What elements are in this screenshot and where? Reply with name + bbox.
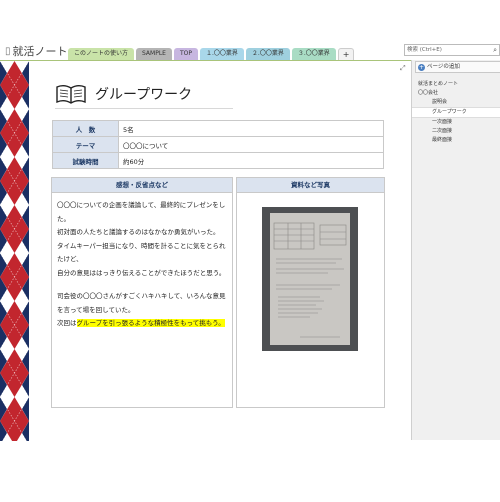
info-key: 人 数 [52,120,119,137]
section-tab[interactable]: １.〇〇業界 [199,48,244,60]
page-list-item[interactable]: 説明会 [412,98,500,107]
add-page-icon: + [418,63,425,71]
document-sheet [270,213,350,345]
impression-line: 自分の意見ははっきり伝えることができたほうだと思う。 [57,268,226,277]
impressions-header: 感想・反省点など [52,178,232,193]
page-list-item[interactable]: 最終面接 [412,136,500,145]
open-book-icon [56,85,86,104]
section-tab[interactable]: TOP [173,48,198,60]
highlighted-goal: グループを引っ張るような積極性をもって挑もう。 [76,319,225,327]
notebook-switcher[interactable]: ▯ 就活ノート ▾ [5,43,74,59]
section-tab[interactable]: ３.〇〇業界 [291,48,336,60]
expand-icon[interactable]: ⤢ [400,64,406,73]
notebook-title: 就活ノート [12,45,68,58]
page-divider [0,60,412,61]
page-list-item[interactable]: 〇〇会社 [412,89,500,98]
add-section-button[interactable]: + [337,48,355,60]
impressions-body[interactable]: 〇〇〇についての企画を議論して、最終的にプレゼンをした。 初対面の人たちと議論す… [52,193,232,337]
notebook-icon: ▯ [5,45,11,57]
photos-panel: 資料など写真 [236,177,385,408]
info-value[interactable]: 約60分 [118,152,384,169]
search-input[interactable]: 検索 (Ctrl+E) ⌕ [404,44,500,56]
impression-line: 司会役の〇〇〇さんがすごくハキハキして、いろんな意見を言って場を回していた。 [57,292,226,314]
impression-line: タイムキーパー担当になり、時間を計ることに気をとられたけど、 [57,241,226,264]
page-list-item[interactable]: グループワーク [412,107,500,118]
argyle-decoration [0,61,29,502]
page-list: 就活まとめノート 〇〇会社 説明会 グループワーク 一次面接 二次面接 最終面接 [412,80,500,145]
argyle-fade [0,441,29,502]
title-bar: ▯ 就活ノート ▾ このノートの使い方SAMPLETOP１.〇〇業界２.〇〇業界… [0,0,500,60]
table-row: 試験時間 約60分 [52,152,384,169]
section-tab[interactable]: ２.〇〇業界 [245,48,290,60]
search-placeholder: 検索 (Ctrl+E) [407,47,442,53]
info-table: 人 数 5名 テーマ 〇〇〇について 試験時間 約60分 [52,120,384,169]
page-list-item[interactable]: 一次面接 [412,118,500,127]
table-row: 人 数 5名 [52,120,384,137]
add-page-label: ページの追加 [427,64,460,70]
section-tabs: このノートの使い方 SAMPLE TOP １.〇〇業界 ２.〇〇業界 ３.〇〇業界 + [68,48,355,60]
impressions-panel: 感想・反省点など 〇〇〇についての企画を議論して、最終的にプレゼンをした。 初対… [51,177,233,408]
table-row: テーマ 〇〇〇について [52,136,384,153]
add-page-button[interactable]: + ページの追加 [415,61,500,73]
next-time-prefix: 次回は [57,319,77,327]
info-value[interactable]: 5名 [118,120,384,137]
photos-header: 資料など写真 [237,178,384,193]
info-key: テーマ [52,136,119,153]
page-list-item[interactable]: 二次面接 [412,127,500,136]
info-value[interactable]: 〇〇〇について [118,136,384,153]
impression-line-last: 次回はグループを引っ張るような積極性をもって挑もう。 [57,317,227,331]
info-key: 試験時間 [52,152,119,169]
page-title[interactable]: グループワーク [95,84,192,104]
section-tab[interactable]: SAMPLE [136,48,172,60]
impression-line: 初対面の人たちと議論するのはなかなか勇気がいった。 [57,228,220,236]
section-tab[interactable]: このノートの使い方 [68,48,135,60]
impression-line: 〇〇〇についての企画を議論して、最終的にプレゼンをした。 [57,201,226,223]
page-list-item[interactable]: 就活まとめノート [412,80,500,89]
document-photo[interactable] [262,207,358,351]
search-icon[interactable]: ⌕ [493,45,497,55]
page-list-pane: + ページの追加 就活まとめノート 〇〇会社 説明会 グループワーク 一次面接 二次面接最… [411,60,500,440]
page-title-area: グループワーク [55,80,233,109]
